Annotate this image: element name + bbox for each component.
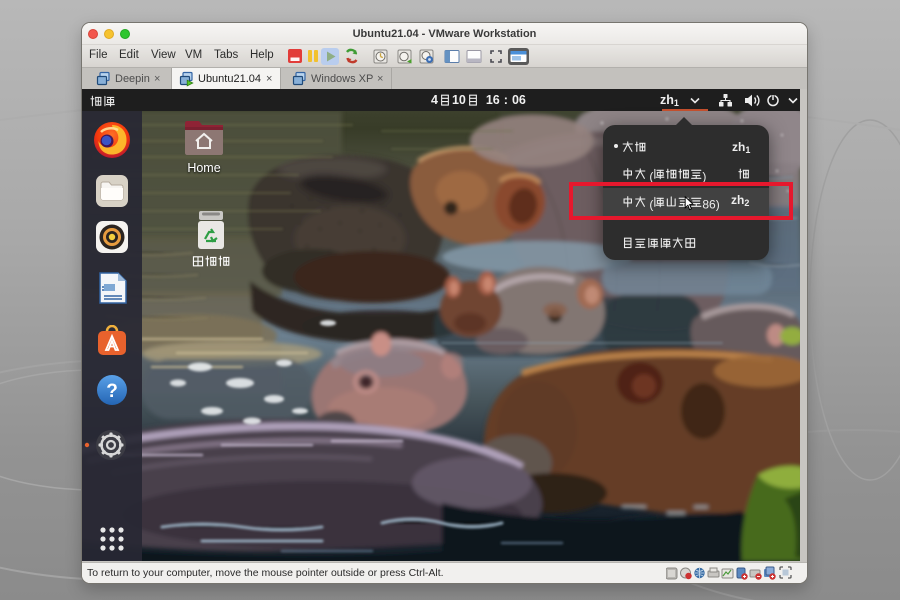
svg-text:?: ? <box>106 381 118 402</box>
